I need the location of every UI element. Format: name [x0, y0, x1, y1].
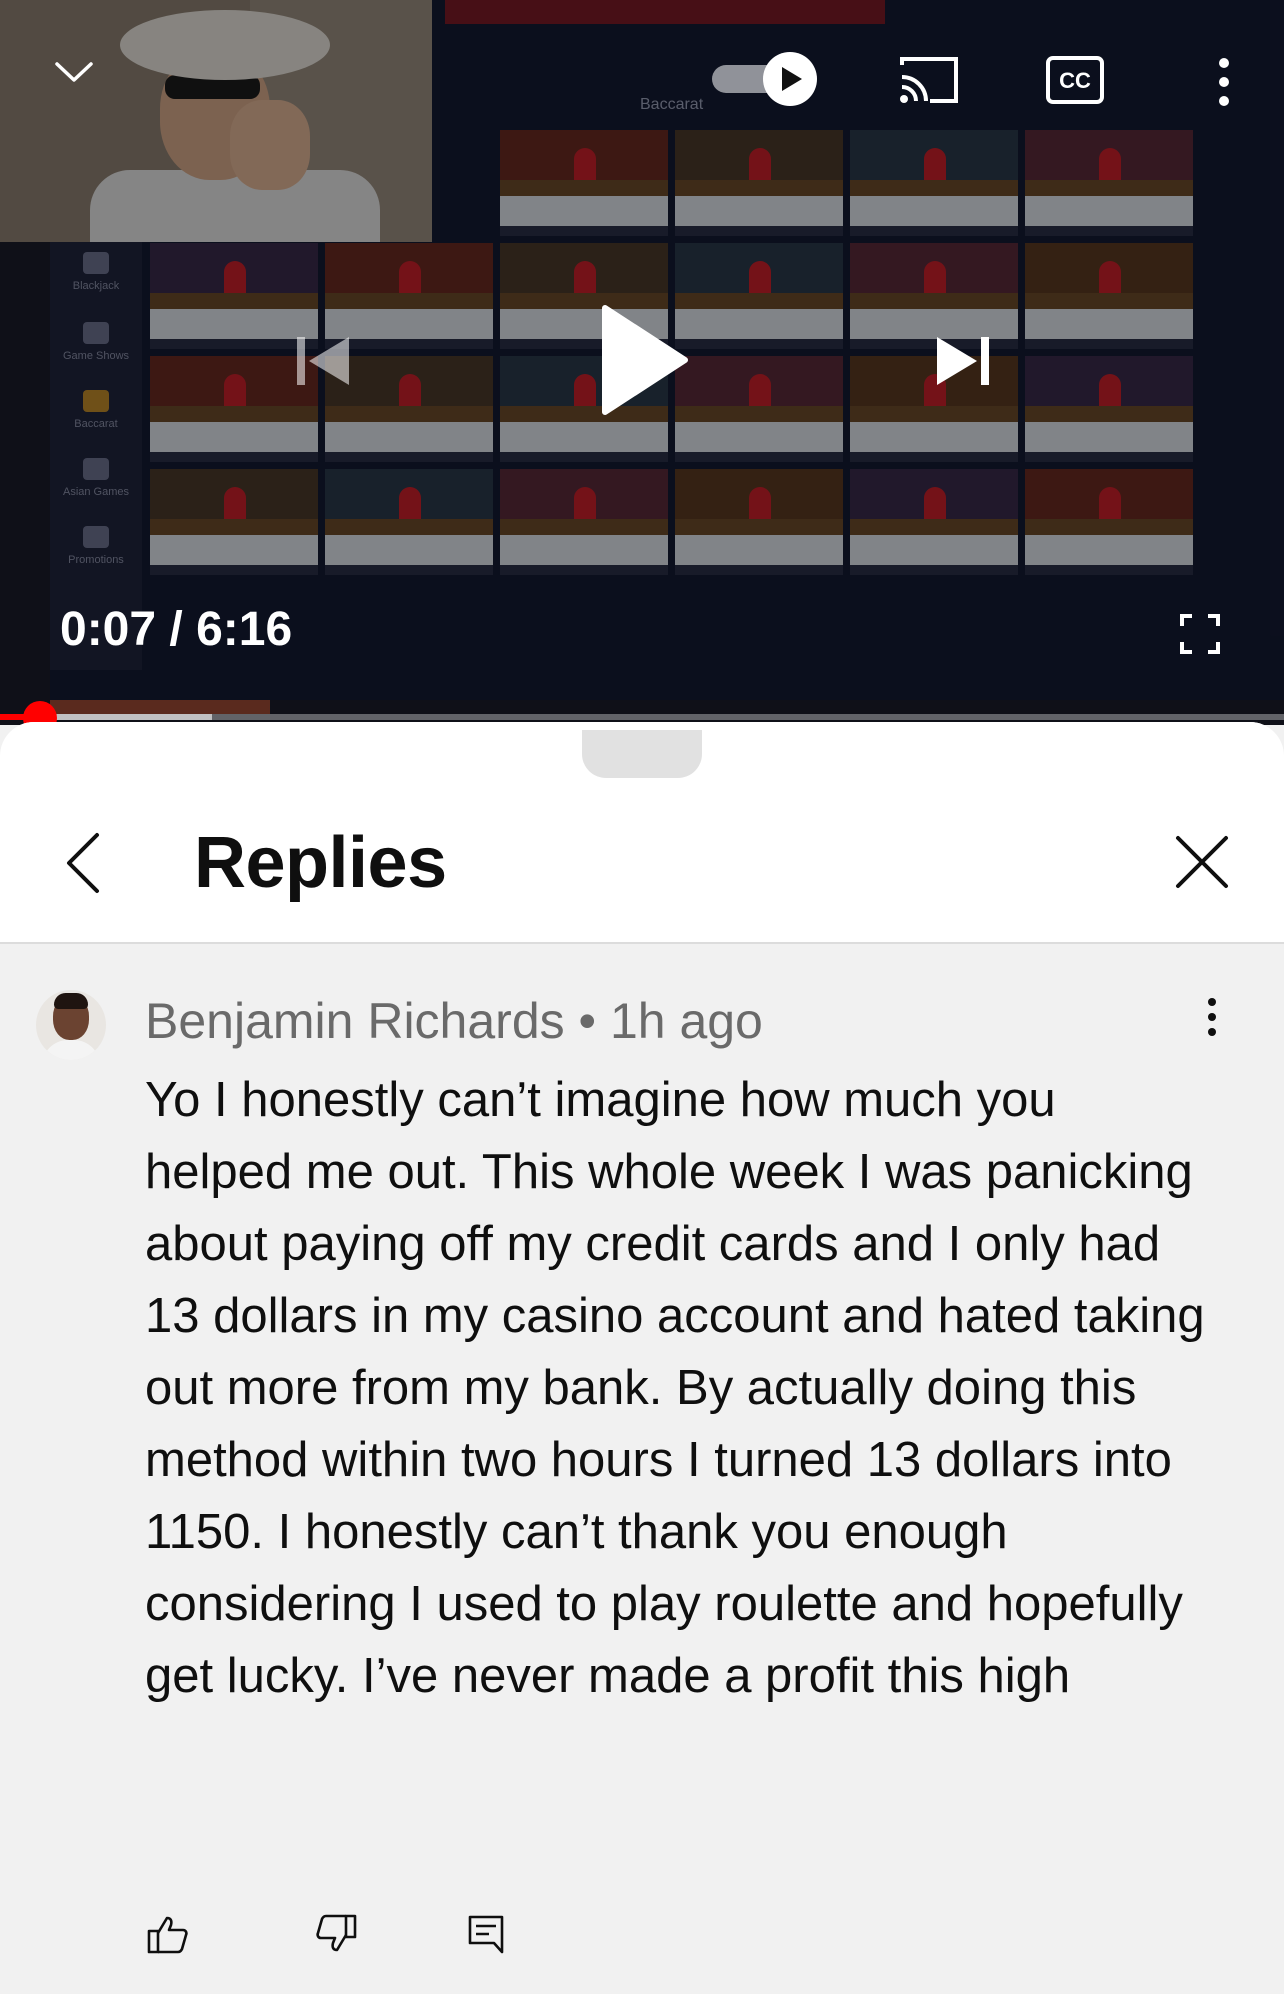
comment-more-icon[interactable]: [1192, 992, 1232, 1042]
thumbs-up-icon[interactable]: [138, 1904, 198, 1964]
close-icon[interactable]: [1172, 832, 1232, 892]
meta-separator: •: [564, 993, 610, 1049]
comment-text: Yo I honestly can’t imagine how much you…: [145, 1073, 1205, 1703]
more-vertical-icon[interactable]: [1206, 52, 1242, 112]
skip-previous-icon[interactable]: [290, 330, 356, 392]
chevron-left-icon[interactable]: [58, 828, 108, 898]
reply-icon[interactable]: [456, 1904, 516, 1964]
cc-icon[interactable]: CC: [1044, 52, 1106, 108]
replies-header: Replies: [0, 722, 1284, 944]
comment-meta: Benjamin Richards • 1h ago: [145, 992, 763, 1050]
seek-preview-strip: [50, 700, 270, 714]
drag-handle[interactable]: [582, 730, 702, 778]
replies-sheet: Replies Benjamin Richards • 1h ago Yo I …: [0, 722, 1284, 1994]
chevron-down-icon[interactable]: [44, 50, 104, 94]
thumbs-down-icon[interactable]: [306, 1904, 366, 1964]
time-separator: /: [156, 603, 197, 656]
skip-next-icon[interactable]: [930, 330, 996, 392]
total-duration: 6:16: [196, 603, 293, 656]
video-player[interactable]: Baccarat Blackjack Game Shows Baccarat A…: [0, 0, 1284, 725]
autoplay-toggle-icon[interactable]: [710, 52, 822, 106]
elapsed-time: 0:07: [60, 603, 157, 656]
avatar[interactable]: [36, 990, 106, 1060]
page-title: Replies: [194, 823, 447, 903]
fullscreen-icon[interactable]: [1178, 612, 1222, 656]
cast-icon[interactable]: [894, 52, 964, 108]
svg-text:CC: CC: [1059, 68, 1091, 93]
time-display: 0:07 / 6:16: [60, 602, 292, 657]
comment-author[interactable]: Benjamin Richards: [145, 993, 565, 1049]
progress-played: [0, 714, 25, 720]
comment-age: 1h ago: [609, 993, 763, 1049]
play-icon[interactable]: [594, 300, 694, 420]
